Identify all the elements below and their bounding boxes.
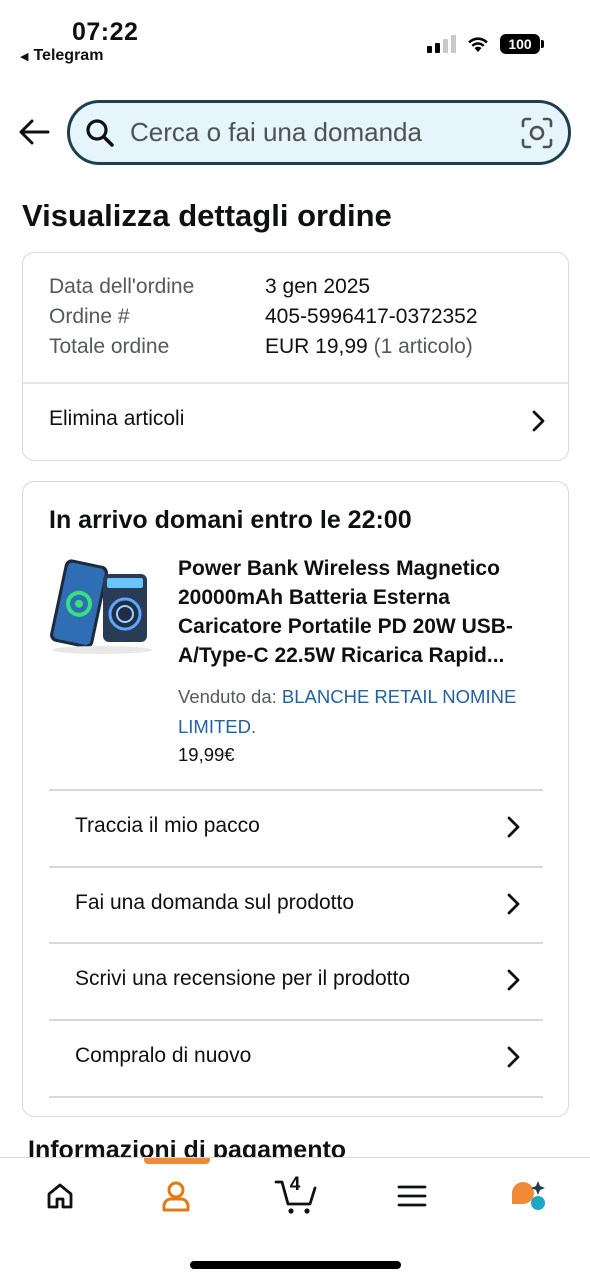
shipment-card: In arrivo domani entro le 22:00 Power Ba… [22,481,569,1117]
nav-cart[interactable]: 4 [274,1174,318,1216]
order-total-items: (1 articolo) [373,335,473,358]
rufus-icon [512,1181,545,1210]
battery-icon: 100 [500,34,544,54]
cart-count-badge: 4 [289,1174,301,1195]
back-app-label: Telegram [33,47,104,64]
back-to-app-link[interactable]: ◀ Telegram [20,47,103,65]
delivery-status: In arrivo domani entro le 22:00 [49,506,412,534]
back-arrow-icon[interactable] [14,112,54,152]
search-icon [86,118,114,147]
battery-level: 100 [508,36,532,52]
order-total-amount: EUR 19,99 [265,335,368,358]
account-icon [162,1181,190,1212]
search-bar[interactable]: Cerca o fai una domanda [67,100,571,165]
buy-again-label: Compralo di nuovo [75,1044,252,1067]
status-indicators: 100 [427,34,544,54]
order-number-value: 405-5996417-0372352 [265,305,478,328]
order-number-label: Ordine # [49,305,130,328]
divider [49,1096,543,1098]
chevron-right-icon [507,816,520,838]
order-total-value: EUR 19,99 (1 articolo) [265,335,473,359]
sold-by: Venduto da: BLANCHE RETAIL NOMINE LIMITE… [178,682,548,742]
track-package-label: Traccia il mio pacco [75,814,260,837]
order-date-label: Data dell'ordine [49,275,195,298]
chevron-right-icon [532,410,545,432]
order-date-value: 3 gen 2025 [265,275,371,298]
nav-menu[interactable] [392,1176,432,1216]
ask-question-row[interactable]: Fai una domanda sul prodotto [49,868,543,942]
buy-again-row[interactable]: Compralo di nuovo [49,1021,543,1095]
sold-by-label: Venduto da: [178,686,277,707]
home-icon [47,1183,73,1209]
order-total-label: Totale ordine [49,335,170,358]
write-review-row[interactable]: Scrivi una recensione per il prodotto [49,944,543,1018]
active-tab-indicator [144,1158,210,1164]
home-indicator [190,1261,401,1269]
product-title-link[interactable]: Power Bank Wireless Magnetico 20000mAh B… [178,554,548,670]
product-image[interactable] [45,554,159,658]
status-time: 07:22 [72,18,139,46]
chevron-right-icon [507,1046,520,1068]
delete-items-row[interactable]: Elimina articoli [23,384,568,460]
chevron-right-icon [507,969,520,991]
page-title: Visualizza dettagli ordine [22,198,392,233]
nav-account[interactable] [156,1176,196,1216]
search-input[interactable]: Cerca o fai una domanda [130,117,520,148]
order-summary-card: Data dell'ordine 3 gen 2025 Ordine # 405… [22,252,569,461]
ask-question-label: Fai una domanda sul prodotto [75,891,355,914]
nav-rufus[interactable] [508,1176,548,1216]
track-package-row[interactable]: Traccia il mio pacco [49,791,543,865]
product-price: 19,99€ [178,744,235,765]
chevron-right-icon [507,893,520,915]
delete-items-label: Elimina articoli [49,407,185,430]
signal-icon [427,35,456,53]
menu-icon [397,1185,427,1207]
nav-home[interactable] [40,1176,80,1216]
wifi-icon [468,37,488,52]
camera-scan-icon[interactable] [520,116,554,150]
bottom-nav: 4 [0,1157,590,1280]
write-review-label: Scrivi una recensione per il prodotto [75,967,411,990]
back-triangle-icon: ◀ [20,50,29,63]
